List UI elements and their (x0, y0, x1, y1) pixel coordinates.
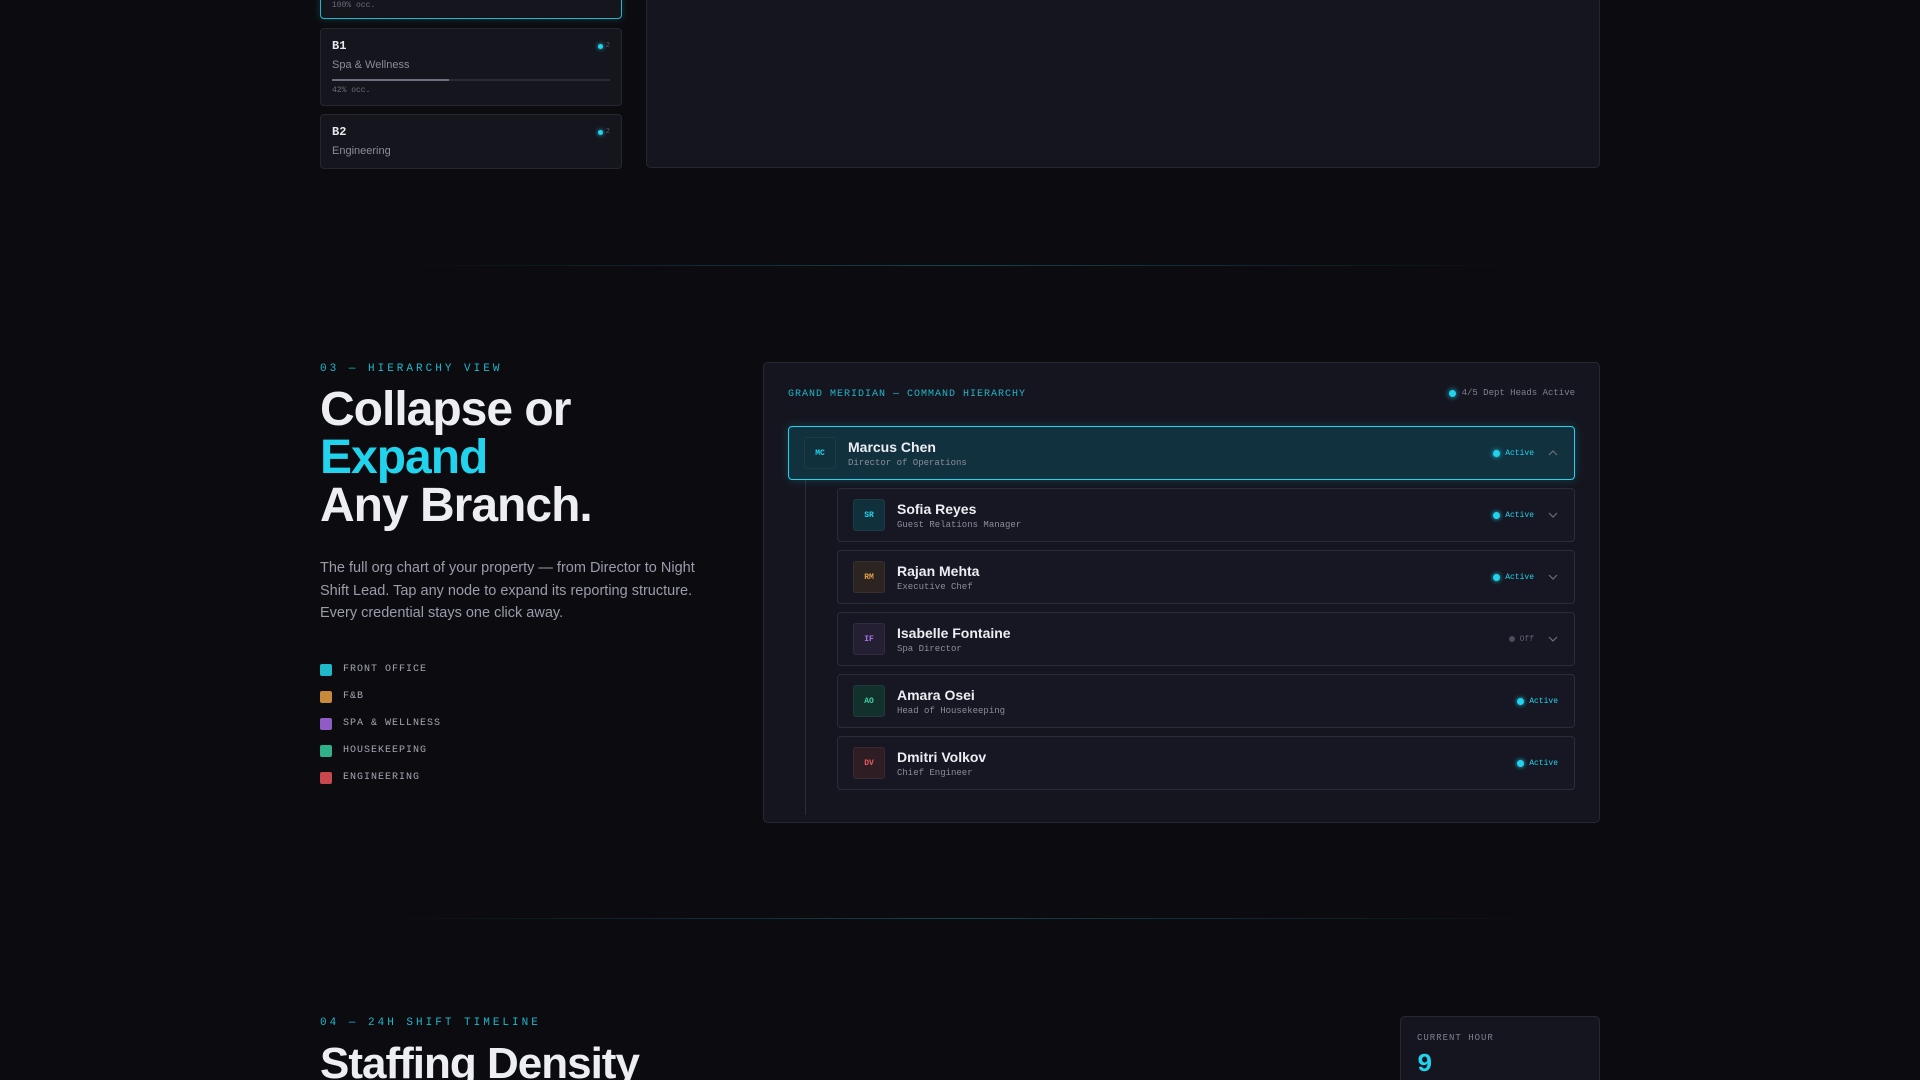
status-dot-icon (1508, 636, 1515, 642)
avatar: DV (853, 747, 885, 779)
hierarchy-panel: GRAND MERIDIAN — COMMAND HIERARCHY 4/5 D… (763, 362, 1600, 823)
floor-staff-count: 2 (598, 128, 610, 136)
node-name: Rajan Mehta (897, 562, 980, 579)
headline-line-3: Any Branch. (320, 479, 593, 532)
headline-line-1: Collapse or (320, 383, 571, 436)
section-divider (400, 265, 1520, 266)
occupancy-bar (332, 79, 610, 81)
legend-swatch (320, 663, 332, 676)
section-description: The full org chart of your property — fr… (320, 560, 695, 621)
node-name: Amara Osei (897, 686, 975, 703)
floor-code: B2 (332, 125, 347, 139)
status-badge: Active (1493, 449, 1534, 458)
legend-label: ENGINEERING (343, 772, 421, 783)
section-eyebrow: 04 — 24H SHIFT TIMELINE (320, 1017, 541, 1029)
section-headline: Staffing Density (320, 1039, 640, 1080)
legend-swatch (320, 717, 332, 730)
status-badge: Active (1493, 573, 1534, 582)
avatar: IF (853, 623, 885, 655)
floor-subtitle: Engineering (332, 145, 391, 157)
legend-item: ENGINEERING (320, 764, 441, 791)
status-badge: Active (1517, 697, 1558, 706)
dept-heads-status-text: 4/5 Dept Heads Active (1461, 388, 1575, 398)
section-divider (380, 918, 1540, 919)
current-hour-value: 9 (1417, 1049, 1433, 1079)
headline-accent: Expand (320, 431, 488, 484)
status-badge: Off (1508, 635, 1534, 644)
floor-occupancy-label: 42% occ. (332, 86, 371, 95)
status-dot-icon (1493, 511, 1501, 519)
legend-label: HOUSEKEEPING (343, 745, 428, 756)
org-node[interactable]: SR Sofia Reyes Guest Relations Manager Acti… (837, 488, 1575, 542)
floor-occupancy-label: 100% occ. (332, 1, 376, 10)
current-hour-label: CURRENT HOUR (1417, 1033, 1494, 1043)
legend-label: FRONT OFFICE (343, 664, 428, 675)
legend-item: HOUSEKEEPING (320, 737, 441, 764)
node-name: Sofia Reyes (897, 500, 977, 517)
legend-label: SPA & WELLNESS (343, 718, 442, 729)
avatar: SR (853, 499, 885, 531)
status-badge: Active (1517, 759, 1558, 768)
floor-code: B1 (332, 39, 347, 53)
avatar: AO (853, 685, 885, 717)
avatar: MC (804, 437, 836, 469)
avatar: RM (853, 561, 885, 593)
legend-swatch (320, 744, 332, 757)
legend-item: SPA & WELLNESS (320, 710, 441, 737)
node-name: Marcus Chen (848, 438, 936, 455)
section-eyebrow: 03 — HIERARCHY VIEW (320, 363, 503, 375)
current-hour-card: CURRENT HOUR 9 (1400, 1016, 1600, 1080)
node-role: Executive Chef (897, 581, 973, 592)
status-dot-icon (1517, 697, 1525, 705)
tree-connector (805, 459, 806, 815)
chevron-down-icon[interactable] (1548, 572, 1558, 582)
chevron-up-icon[interactable] (1548, 448, 1558, 458)
node-name: Dmitri Volkov (897, 748, 987, 765)
status-dot-icon (1493, 573, 1501, 581)
org-node[interactable]: IF Isabelle Fontaine Spa Director Off (837, 612, 1575, 666)
org-node[interactable]: AO Amara Osei Head of Housekeeping Active (837, 674, 1575, 728)
node-role: Head of Housekeeping (897, 705, 1006, 716)
org-node[interactable]: RM Rajan Mehta Executive Chef Active (837, 550, 1575, 604)
chevron-down-icon[interactable] (1548, 634, 1558, 644)
hierarchy-title: GRAND MERIDIAN — COMMAND HIERARCHY (788, 389, 1027, 400)
legend-item: F&B (320, 683, 441, 710)
status-dot-icon (1448, 389, 1456, 397)
floor-card[interactable]: 100% occ. (320, 0, 622, 19)
floor-subtitle: Spa & Wellness (332, 59, 410, 71)
node-role: Spa Director (897, 643, 962, 654)
node-role: Director of Operations (848, 457, 967, 468)
floor-staff-count: 2 (598, 42, 610, 50)
legend-label: F&B (343, 691, 365, 702)
chevron-down-icon[interactable] (1548, 510, 1558, 520)
node-role: Chief Engineer (897, 767, 973, 778)
occupancy-fill (332, 79, 449, 81)
dept-heads-status: 4/5 Dept Heads Active (1448, 388, 1575, 398)
floor-card-b2[interactable]: B2 Engineering 2 (320, 114, 622, 169)
floor-map-panel (646, 0, 1600, 168)
node-role: Guest Relations Manager (897, 519, 1022, 530)
legend-swatch (320, 771, 332, 784)
org-node[interactable]: DV Dmitri Volkov Chief Engineer Active (837, 736, 1575, 790)
node-name: Isabelle Fontaine (897, 624, 1011, 641)
status-badge: Active (1493, 511, 1534, 520)
department-legend: FRONT OFFICE F&B SPA & WELLNESS HOUSEKEEPIN… (320, 656, 441, 791)
section-headline: Collapse or Expand Any Branch. (320, 383, 593, 532)
legend-item: FRONT OFFICE (320, 656, 441, 683)
floor-card-b1[interactable]: B1 Spa & Wellness 2 42% occ. (320, 28, 622, 106)
legend-swatch (320, 690, 332, 703)
org-node-root[interactable]: MC Marcus Chen Director of Operations Ac… (788, 426, 1575, 480)
status-dot-icon (1493, 449, 1501, 457)
status-dot-icon (1517, 759, 1525, 767)
